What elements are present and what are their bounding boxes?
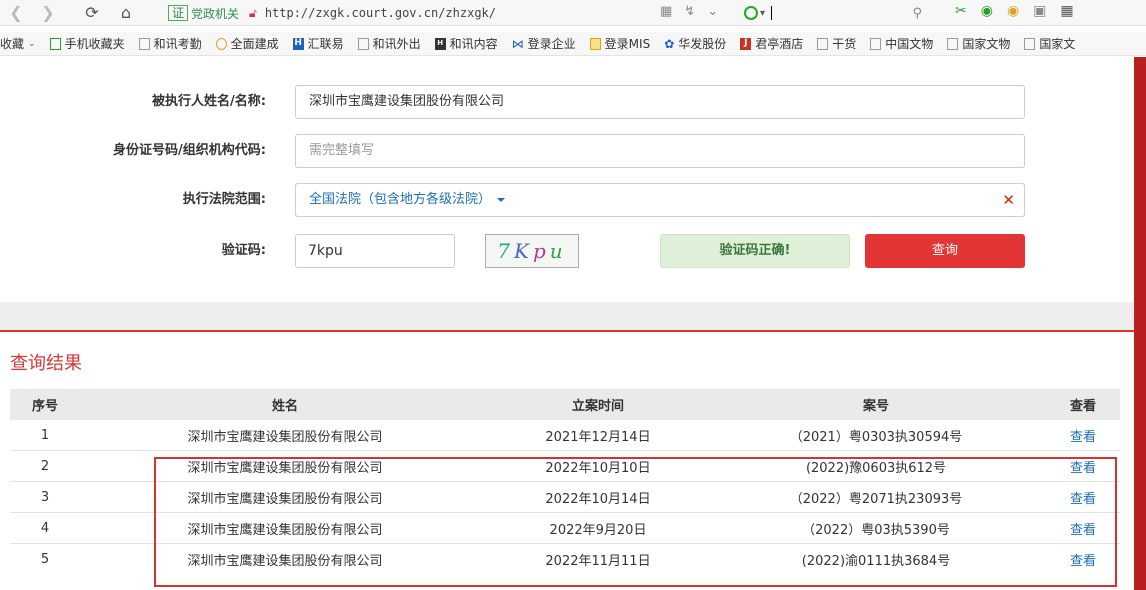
page-icon [138, 37, 150, 50]
page-icon [947, 37, 959, 50]
chevron-down-icon[interactable]: ⌄ [707, 4, 718, 19]
image-icon[interactable]: ▣ [1033, 3, 1046, 19]
apps-icon[interactable]: ▦ [1060, 3, 1073, 19]
url-text[interactable]: http://zxgk.court.gov.cn/zhzxgk/ [265, 6, 496, 20]
bookmark-item[interactable]: 全面建成 [215, 35, 279, 52]
jt-icon: J [740, 37, 752, 50]
lightning-icon[interactable]: ↯ [684, 4, 695, 19]
bookmark-item[interactable]: H 汇联易 [292, 35, 344, 52]
bookmark-item[interactable]: ⋈ 登录企业 [512, 35, 576, 52]
column-header: 姓名 [271, 399, 298, 414]
row-case-number: （2021）粤0303执30594号 [789, 430, 963, 445]
captcha-image[interactable]: 7Kpu [485, 234, 579, 268]
bookmark-item[interactable]: 手机收藏夹 [49, 35, 125, 52]
id-row: 身份证号码/组织机构代码: 需完整填写 [0, 134, 1134, 168]
bookmark-item[interactable]: H 和讯内容 [434, 35, 498, 52]
search-icon[interactable]: ⚲ [912, 6, 922, 21]
captcha-char: u [549, 239, 567, 263]
view-link[interactable]: 查看 [1046, 420, 1120, 451]
page-icon [817, 37, 829, 50]
translate-icon[interactable]: ◉ [981, 3, 993, 19]
highlight-annotation-box [154, 457, 1117, 587]
row-number: 4 [40, 521, 50, 536]
row-name: 深圳市宝鹰建设集团股份有限公司 [187, 430, 383, 445]
chevron-down-icon [497, 197, 506, 202]
reload-icon[interactable]: ⟳ [80, 1, 104, 25]
phone-icon [49, 37, 61, 50]
name-label: 被执行人姓名/名称: [152, 94, 266, 109]
text-cursor [771, 6, 773, 20]
bookmark-item[interactable]: J 君亭酒店 [740, 35, 803, 52]
hlyi-icon: H [292, 37, 304, 50]
paw-icon: ✿ [664, 36, 675, 51]
envelope-icon: ⋈ [511, 36, 524, 51]
bookmark-item[interactable]: 和讯外出 [357, 35, 421, 52]
captcha-char: p [532, 239, 550, 263]
home-icon[interactable]: ⌂ [114, 1, 138, 25]
circle-icon [215, 37, 227, 50]
bookmark-item[interactable]: ✿ 华发股份 [664, 35, 726, 52]
captcha-text: 7Kpu [497, 239, 566, 263]
court-row: 执行法院范围: 全国法院（包含地方各级法院） ✕ [0, 183, 1134, 217]
cert-badge: 证 [168, 5, 189, 21]
id-label: 身份证号码/组织机构代码: [113, 143, 266, 158]
scissors-icon[interactable]: ✂ [955, 3, 967, 19]
bookmark-item[interactable]: 中国文物 [870, 35, 933, 52]
browser-toolbar: ❮ ❯ ⟳ ⌂ 证 党政机关 🔓︎ http://zxgk.court.gov.… [0, 0, 1146, 26]
row-date: 2021年12月14日 [545, 430, 651, 445]
id-input[interactable]: 需完整填写 [295, 134, 1025, 168]
red-divider-line [0, 330, 1134, 332]
close-icon[interactable]: ✕ [1002, 184, 1015, 216]
hexun-icon: H [434, 37, 446, 50]
qr-icon[interactable]: ▦ [660, 4, 672, 19]
table-header: 序号 姓名 立案时间 案号 查看 [10, 389, 1120, 420]
scrollbar[interactable] [1134, 57, 1146, 590]
row-number: 1 [40, 428, 50, 443]
insecure-lock-icon[interactable]: 🔓︎ [249, 6, 257, 21]
captcha-char: 7 [497, 239, 515, 263]
search-engine-icon[interactable] [744, 6, 758, 20]
bookmark-item[interactable]: 干货 [817, 35, 856, 52]
court-select-value: 全国法院（包含地方各级法院） [309, 192, 492, 207]
bookmark-item[interactable]: 国家文 [1024, 35, 1075, 52]
bookmark-item[interactable]: 国家文物 [947, 35, 1010, 52]
captcha-char: K [514, 239, 533, 263]
captcha-row: 验证码: 7kpu 7Kpu 验证码正确! 查询 [0, 234, 1134, 268]
column-header: 序号 [31, 399, 58, 414]
column-header: 立案时间 [571, 399, 624, 414]
name-input[interactable]: 深圳市宝鹰建设集团股份有限公司 [295, 85, 1025, 119]
column-header: 案号 [862, 399, 889, 414]
captcha-status-badge: 验证码正确! [660, 234, 850, 268]
name-row: 被执行人姓名/名称: 深圳市宝鹰建设集团股份有限公司 [0, 85, 1134, 119]
page-icon [870, 37, 882, 50]
results-title: 查询结果 [10, 353, 82, 374]
court-label: 执行法院范围: [182, 192, 266, 207]
query-button[interactable]: 查询 [865, 234, 1025, 268]
page-icon [357, 37, 369, 50]
bookmark-item[interactable]: 登录MIS [589, 35, 650, 52]
site-type-label: 党政机关 [191, 6, 240, 21]
table-row: 1 深圳市宝鹰建设集团股份有限公司 2021年12月14日 （2021）粤030… [10, 420, 1120, 451]
bookmarks-bar: 收藏 ⌄ 手机收藏夹 和讯考勤 全面建成 H 汇联易 和讯外出 H 和讯内容 ⋈ 登录企… [0, 32, 1146, 56]
address-bar[interactable]: 证 党政机关 🔓︎ http://zxgk.court.gov.cn/zhzxg… [168, 2, 728, 24]
forward-icon[interactable]: ❯ [36, 1, 60, 25]
captcha-label: 验证码: [221, 243, 266, 258]
chevron-down-icon: ⌄ [28, 38, 36, 49]
column-header: 查看 [1069, 399, 1096, 414]
engine-dropdown-icon[interactable]: ▾ [760, 8, 765, 19]
row-number: 3 [40, 490, 50, 505]
bookmark-item[interactable]: 和讯考勤 [138, 35, 202, 52]
captcha-input[interactable]: 7kpu [295, 234, 455, 268]
coin-icon[interactable]: ◉ [1007, 3, 1019, 19]
bookmark-item[interactable]: 收藏 ⌄ [0, 35, 36, 52]
section-divider [0, 302, 1134, 330]
back-icon[interactable]: ❮ [4, 1, 28, 25]
row-number: 2 [40, 459, 50, 474]
row-number: 5 [40, 552, 50, 567]
browser-search-input[interactable]: ▾ ⚲ [736, 3, 926, 23]
page-icon [1024, 37, 1036, 50]
doc-icon [589, 37, 601, 50]
court-select[interactable]: 全国法院（包含地方各级法院） ✕ [295, 183, 1025, 217]
